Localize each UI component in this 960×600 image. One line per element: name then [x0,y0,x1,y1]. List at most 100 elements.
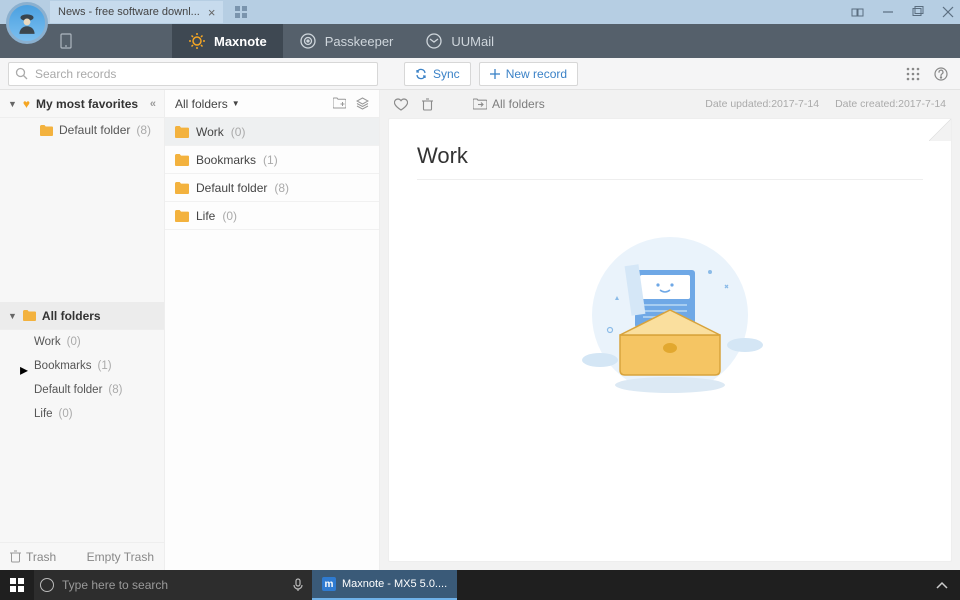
trash-button[interactable]: Trash [10,550,56,564]
sidebar: ▼ ♥ My most favorites « Default folder (… [0,90,165,570]
layers-icon[interactable] [356,97,369,110]
sidebar-item-count: (0) [67,336,81,348]
folder-icon [175,182,189,194]
close-window-icon[interactable] [942,6,954,18]
main-nav: Maxnote Passkeeper UUMail [172,24,510,58]
favorite-icon[interactable] [394,98,408,111]
caret-down-icon: ▼ [8,311,17,321]
sidebar-item-label: Work [34,336,61,348]
window-controls [851,0,954,24]
taskbar-search-placeholder: Type here to search [62,578,168,592]
date-updated: Date updated:2017-7-14 [705,98,819,110]
new-record-button[interactable]: New record [479,62,578,86]
sidebar-item-count: (8) [136,123,151,137]
folder-row-label: Life [196,209,215,223]
app-icon: m [322,577,336,591]
folder-icon [175,126,189,138]
content-card: Work [388,118,952,562]
breadcrumb-label: All folders [492,97,545,111]
favorites-header[interactable]: ▼ ♥ My most favorites « [0,90,164,118]
sync-label: Sync [433,67,460,81]
taskbar-app-maxnote[interactable]: m Maxnote - MX5 5.0.... [312,570,457,600]
detail-panel: All folders Date updated:2017-7-14 Date … [380,90,960,570]
chevron-up-icon [936,581,948,589]
folder-icon [23,310,36,321]
folder-icon [40,125,53,136]
sidebar-item-count: (1) [98,360,112,372]
sidebar-item-life[interactable]: Life (0) [0,402,164,426]
sidebar-item-count: (0) [59,408,73,420]
nav-maxnote[interactable]: Maxnote [172,24,283,58]
snap-icon[interactable] [851,6,864,19]
start-button[interactable] [0,570,34,600]
folder-list-panel: All folders ▼ Work (0) Bookmarks (1) Def… [165,90,380,570]
nav-uumail[interactable]: UUMail [409,24,510,58]
caret-down-icon: ▼ [8,99,17,109]
tab-title: News - free software downl... [58,6,200,18]
search-icon [15,67,28,80]
uumail-icon [425,32,443,50]
empty-trash-button[interactable]: Empty Trash [87,550,154,564]
collapse-icon[interactable]: « [150,98,156,110]
maxnote-icon [188,32,206,50]
folder-icon [175,154,189,166]
caret-down-icon: ▼ [232,99,240,108]
folder-row-count: (0) [222,209,237,223]
trash-icon [10,550,21,563]
new-tab-icon[interactable] [235,6,247,18]
phone-icon[interactable] [60,33,72,49]
folder-icon [175,210,189,222]
apps-grid-icon[interactable] [906,67,920,81]
toolbar: Sync New record [0,58,960,90]
nav-maxnote-label: Maxnote [214,34,267,49]
folder-row-label: Bookmarks [196,153,256,167]
user-avatar[interactable] [6,2,48,44]
all-folders-header[interactable]: ▼ All folders [0,302,164,330]
date-created: Date created:2017-7-14 [835,98,946,110]
folder-row-default[interactable]: Default folder (8) [165,174,379,202]
folder-row-count: (0) [231,125,246,139]
minimize-icon[interactable] [882,6,894,18]
empty-state-illustration [417,230,923,410]
windows-taskbar: Type here to search m Maxnote - MX5 5.0.… [0,570,960,600]
maximize-icon[interactable] [912,6,924,18]
main-area: ▼ ♥ My most favorites « Default folder (… [0,90,960,570]
sidebar-item-count: (8) [108,384,122,396]
trash-label: Trash [26,550,56,564]
new-record-label: New record [506,67,567,81]
folder-move-icon [473,98,487,110]
delete-icon[interactable] [422,98,433,111]
help-icon[interactable] [934,67,948,81]
sidebar-item-label: Default folder [59,123,130,137]
folder-row-label: Work [196,125,224,139]
sync-icon [415,68,427,80]
app-header: Maxnote Passkeeper UUMail [0,24,960,58]
folder-row-count: (8) [274,181,289,195]
taskbar-app-label: Maxnote - MX5 5.0.... [342,578,447,590]
browser-tab[interactable]: News - free software downl... × [50,1,223,23]
folder-row-bookmarks[interactable]: Bookmarks (1) [165,146,379,174]
mic-icon[interactable] [284,570,312,600]
content-title: Work [417,143,923,180]
taskbar-search[interactable]: Type here to search [34,570,284,600]
detail-header: All folders Date updated:2017-7-14 Date … [380,90,960,118]
search-input[interactable] [8,62,378,86]
folder-row-work[interactable]: Work (0) [165,118,379,146]
nav-uumail-label: UUMail [451,34,494,49]
breadcrumb[interactable]: All folders [473,97,545,111]
nav-passkeeper[interactable]: Passkeeper [283,24,410,58]
sidebar-item-work[interactable]: Work (0) [0,330,164,354]
system-tray[interactable] [924,581,960,589]
new-folder-icon[interactable] [333,97,346,110]
folder-row-life[interactable]: Life (0) [165,202,379,230]
sync-button[interactable]: Sync [404,62,471,86]
folder-list-header[interactable]: All folders ▼ [165,90,379,118]
nav-passkeeper-label: Passkeeper [325,34,394,49]
caret-right-icon[interactable]: ▸ [20,360,28,380]
cortana-icon [40,578,54,592]
plus-icon [490,69,500,79]
close-tab-icon[interactable]: × [208,5,216,20]
sidebar-item-default-folder[interactable]: Default folder (8) [0,118,164,142]
sidebar-item-default-folder[interactable]: Default folder (8) [0,378,164,402]
sidebar-item-label: Life [34,408,53,420]
